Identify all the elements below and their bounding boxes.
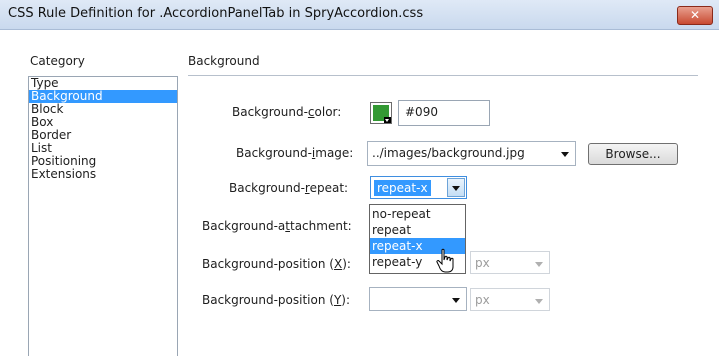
category-item-extensions[interactable]: Extensions (29, 168, 177, 181)
css-rule-dialog: CSS Rule Definition for .AccordionPanelT… (0, 0, 719, 356)
background-position-y-label: Background-position (Y): (202, 293, 351, 307)
background-image-value: ../images/background.jpg (372, 146, 525, 160)
background-repeat-value: repeat-x (374, 180, 431, 196)
close-button[interactable]: ✕ (677, 6, 713, 25)
background-image-label: Background-image: (236, 146, 354, 160)
position-x-unit-select: px (470, 251, 550, 274)
browse-button[interactable]: Browse... (588, 143, 678, 165)
background-position-x-label: Background-position (X): (202, 257, 351, 271)
background-color-label: Background-color: (232, 105, 342, 119)
chevron-down-icon[interactable] (447, 178, 465, 197)
close-icon: ✕ (689, 8, 701, 22)
chevron-down-icon (452, 298, 460, 303)
position-x-unit-value: px (475, 256, 490, 270)
background-attachment-label: Background-attachment: (202, 219, 352, 233)
position-y-value-combo[interactable] (369, 287, 467, 311)
repeat-option-no-repeat[interactable]: no-repeat (370, 206, 465, 222)
repeat-option-repeat[interactable]: repeat (370, 222, 465, 238)
background-repeat-label: Background-repeat: (229, 181, 349, 195)
position-y-unit-select: px (470, 288, 550, 311)
category-header: Category (30, 54, 85, 68)
color-swatch-picker[interactable] (370, 102, 392, 124)
hand-pointer-icon (436, 248, 454, 273)
title-bar[interactable]: CSS Rule Definition for .AccordionPanelT… (0, 0, 719, 30)
background-repeat-select[interactable]: repeat-x (370, 176, 467, 199)
category-list[interactable]: Type Background Block Box Border List Po… (28, 76, 178, 356)
panel-title: Background (188, 54, 260, 68)
position-y-unit-value: px (475, 293, 490, 307)
background-color-input[interactable]: #090 (398, 100, 490, 126)
chevron-down-icon (535, 262, 543, 267)
swatch-dropdown-icon (384, 117, 391, 123)
background-image-combo[interactable]: ../images/background.jpg (367, 141, 576, 166)
chevron-down-icon (535, 299, 543, 304)
panel-divider (188, 75, 698, 76)
dialog-title: CSS Rule Definition for .AccordionPanelT… (8, 6, 424, 21)
chevron-down-icon (561, 152, 569, 157)
